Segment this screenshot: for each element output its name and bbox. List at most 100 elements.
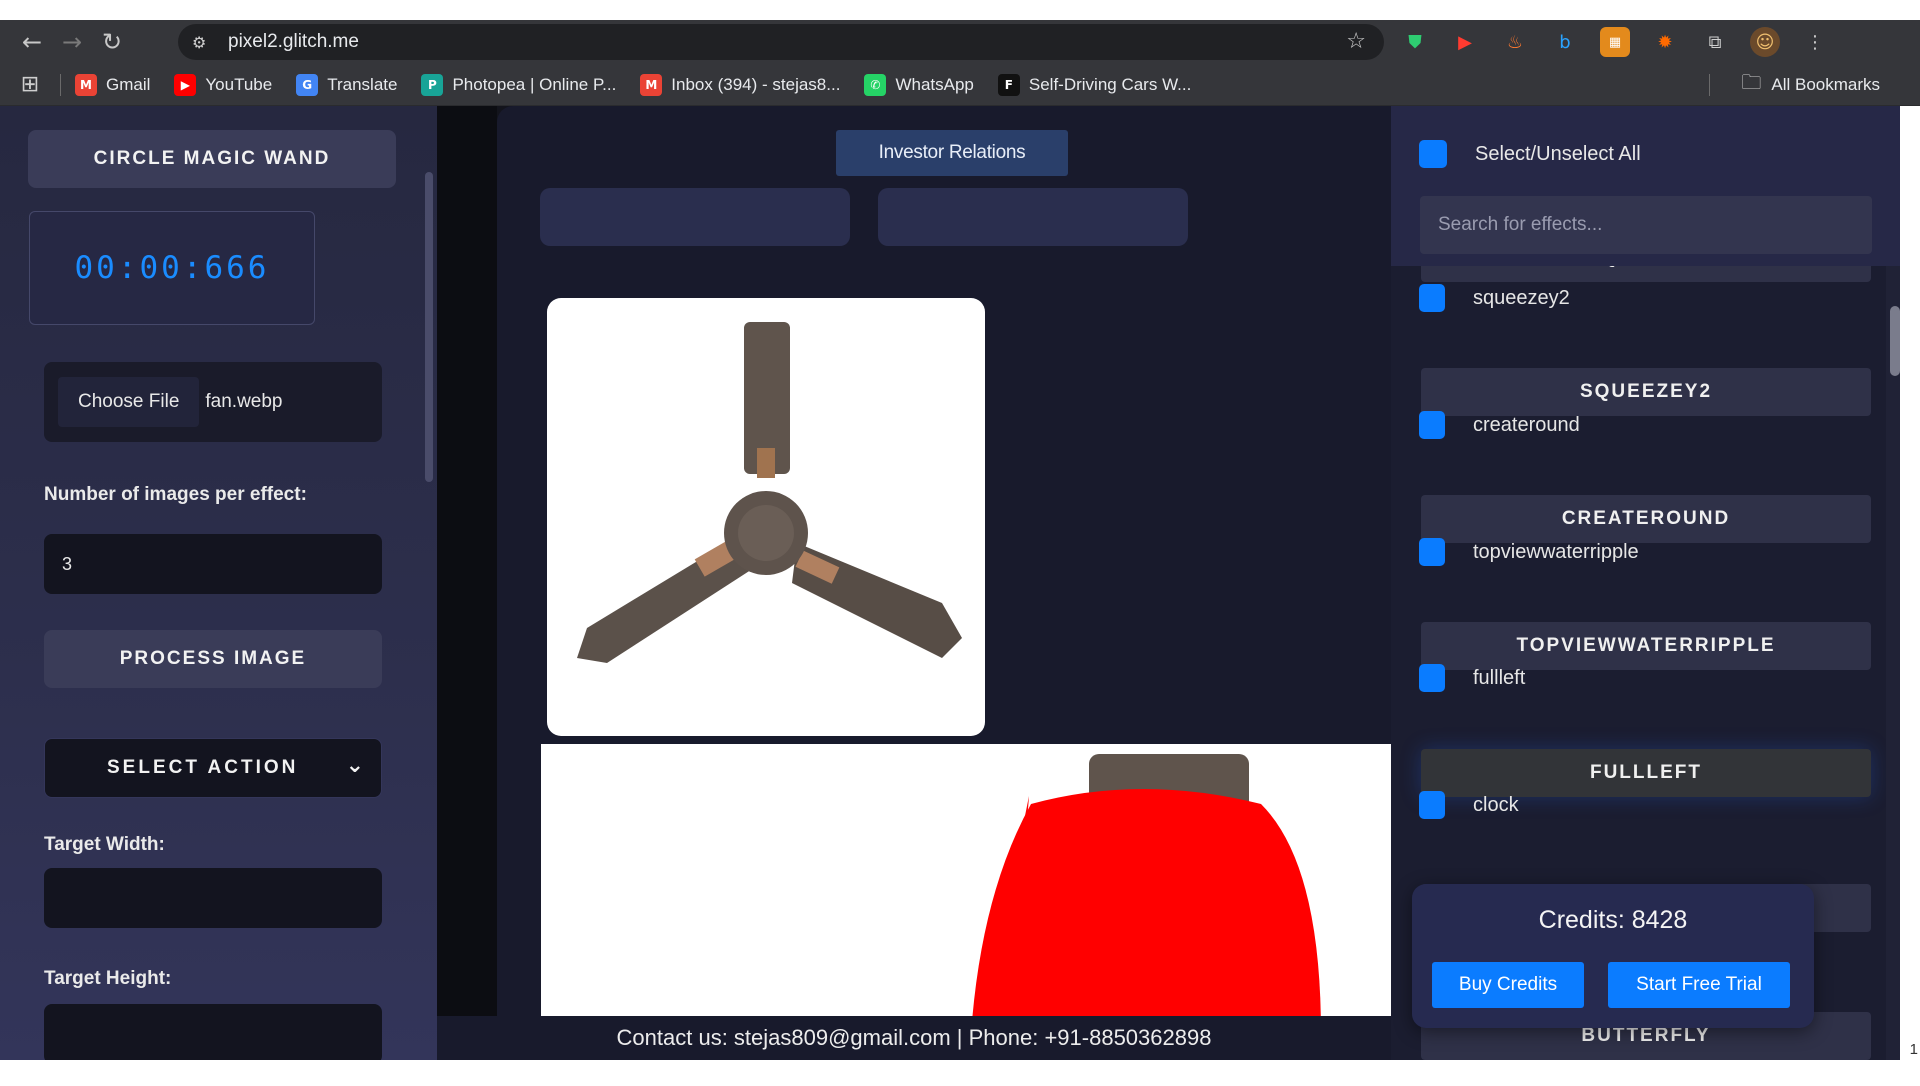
folder-icon: 🗀 [1741, 70, 1762, 94]
effect-label: fullleft [1473, 666, 1526, 689]
placeholder-button-left[interactable] [540, 188, 850, 246]
photopea-icon: P [421, 73, 444, 96]
effect-heading: FULLLEFT [1421, 749, 1871, 797]
bookmark-label: WhatsApp [895, 74, 974, 94]
process-image-button[interactable]: PROCESS IMAGE [44, 630, 382, 688]
center-gutter [437, 106, 497, 1060]
effect-checkbox[interactable] [1419, 411, 1445, 439]
youtube-icon: ▶ [174, 73, 197, 96]
bookmark-label: YouTube [205, 74, 273, 94]
select-all-checkbox[interactable] [1419, 140, 1447, 168]
window-top-edge [0, 0, 1920, 20]
effect-checkbox[interactable] [1419, 284, 1445, 312]
target-width-label: Target Width: [44, 834, 165, 855]
effect-checkbox[interactable] [1419, 664, 1445, 692]
site-settings-icon[interactable]: ⚙ [192, 33, 220, 52]
processed-image [541, 744, 1397, 1034]
images-per-effect-input[interactable]: 3 [44, 534, 382, 594]
translate-icon: G [296, 73, 319, 96]
effects-scroll-track[interactable] [1886, 266, 1900, 1060]
effect-heading: TOPVIEWWATERRIPPLE [1421, 622, 1871, 670]
effects-scrollbar-thumb[interactable] [1890, 306, 1900, 376]
forward-icon[interactable]: → [52, 22, 92, 62]
effect-option-3[interactable]: fullleft [1419, 664, 1525, 692]
web-page: CIRCLE MAGIC WAND 00:00:666 Choose File … [0, 106, 1900, 1060]
left-sidebar: CIRCLE MAGIC WAND 00:00:666 Choose File … [0, 106, 437, 1060]
processed-fan-red-circle [971, 754, 1321, 1034]
start-free-trial-button[interactable]: Start Free Trial [1608, 962, 1790, 1008]
gmail-icon: M [640, 73, 663, 96]
bookmark-item[interactable]: F Self-Driving Cars W... [997, 73, 1192, 96]
effect-option-0[interactable]: squeezey2 [1419, 284, 1570, 312]
target-height-label: Target Height: [44, 968, 172, 989]
orange-extension-icon[interactable]: ▦ [1600, 27, 1630, 57]
effect-checkbox[interactable] [1419, 791, 1445, 819]
bookmark-item[interactable]: M Inbox (394) - stejas8... [640, 73, 841, 96]
bookmark-label: Self-Driving Cars W... [1028, 74, 1192, 94]
bookmark-item[interactable]: ✆ WhatsApp [864, 73, 974, 96]
bookmark-item[interactable]: M Gmail [75, 73, 151, 96]
buy-credits-button[interactable]: Buy Credits [1432, 962, 1584, 1008]
menu-dots-icon[interactable]: ⋮ [1800, 27, 1830, 57]
f-icon: F [997, 73, 1020, 96]
effect-label: squeezey2 [1473, 286, 1570, 309]
reload-icon[interactable]: ↻ [92, 22, 132, 62]
shield-extension-icon[interactable]: ⛊ [1400, 27, 1430, 57]
target-width-input[interactable] [44, 868, 382, 928]
effect-label: topviewwaterripple [1473, 540, 1639, 563]
bookmark-star-icon[interactable]: ☆ [1346, 29, 1366, 54]
effects-panel: Select/Unselect All Search for effects..… [1391, 106, 1900, 1060]
extensions-row: ⛊ ▶ ♨ b ▦ ✹ ⧉ ☺ ⋮ [1400, 20, 1830, 64]
whatsapp-icon: ✆ [864, 73, 887, 96]
select-all-toggle[interactable]: Select/Unselect All [1419, 140, 1641, 168]
page-scrollbar[interactable]: 12 [1900, 106, 1920, 1082]
gmail-icon: M [75, 73, 97, 96]
source-image-fan [547, 298, 985, 736]
apps-grid-icon[interactable]: ⊞ [0, 72, 60, 97]
bookmark-label: Translate [327, 74, 398, 94]
footer-contact: Contact us: stejas809@gmail.com | Phone:… [437, 1016, 1391, 1060]
select-action-dropdown[interactable]: SELECT ACTION ⌄ [44, 738, 382, 798]
effects-search-input[interactable]: Search for effects... [1420, 196, 1872, 254]
puzzle-extensions-icon[interactable]: ⧉ [1700, 27, 1730, 57]
circle-magic-wand-button[interactable]: CIRCLE MAGIC WAND [28, 130, 396, 188]
main-canvas-area: Investor Relations [497, 106, 1397, 1060]
ceiling-fan-image [577, 322, 962, 663]
video-extension-icon[interactable]: ▶ [1450, 27, 1480, 57]
bookmark-label: Inbox (394) - stejas8... [671, 74, 841, 94]
profile-avatar-icon[interactable]: ☺ [1750, 27, 1780, 57]
choose-file-button[interactable]: Choose File [58, 377, 200, 427]
sun-extension-icon[interactable]: ✹ [1650, 27, 1680, 57]
bookmark-item[interactable]: P Photopea | Online P... [421, 73, 617, 96]
address-bar[interactable]: ⚙ pixel2.glitch.me ☆ [178, 24, 1384, 60]
bookmark-item[interactable]: ▶ YouTube [174, 73, 273, 96]
all-bookmarks-label: All Bookmarks [1771, 75, 1880, 94]
effects-panel-header: Select/Unselect All Search for effects..… [1391, 106, 1900, 266]
effect-checkbox[interactable] [1419, 538, 1445, 566]
effect-option-4[interactable]: clock [1419, 791, 1519, 819]
back-icon[interactable]: ← [12, 22, 52, 62]
bing-extension-icon[interactable]: b [1550, 27, 1580, 57]
select-all-label: Select/Unselect All [1475, 142, 1641, 165]
bookmark-separator [60, 73, 61, 96]
window-bottom-edge [0, 1060, 1920, 1080]
all-bookmarks[interactable]: 🗀 All Bookmarks [1741, 64, 1880, 106]
file-input[interactable]: Choose File fan.webp [44, 362, 382, 442]
placeholder-button-right[interactable] [878, 188, 1188, 246]
fire-extension-icon[interactable]: ♨ [1500, 27, 1530, 57]
investor-relations-tab[interactable]: Investor Relations [836, 130, 1068, 176]
target-height-input[interactable] [44, 1004, 382, 1060]
sidebar-scrollbar[interactable] [425, 172, 433, 482]
bookmark-label: Gmail [106, 74, 151, 94]
effect-option-2[interactable]: topviewwaterripple [1419, 538, 1639, 566]
effect-heading: CREATEROUND [1421, 495, 1871, 543]
url-text: pixel2.glitch.me [228, 31, 359, 52]
bookmark-item[interactable]: G Translate [296, 73, 398, 96]
effect-option-1[interactable]: createround [1419, 411, 1580, 439]
effect-label: clock [1473, 793, 1519, 816]
effect-heading: SQUEEZEY2 [1421, 368, 1871, 416]
images-per-effect-label: Number of images per effect: [44, 484, 307, 505]
bookmarks-bar: ⊞ M Gmail ▶ YouTube G Translate P Photopea | On… [0, 64, 1920, 106]
timer-display: 00:00:666 [29, 211, 315, 325]
bookmark-label: Photopea | Online P... [452, 74, 617, 94]
